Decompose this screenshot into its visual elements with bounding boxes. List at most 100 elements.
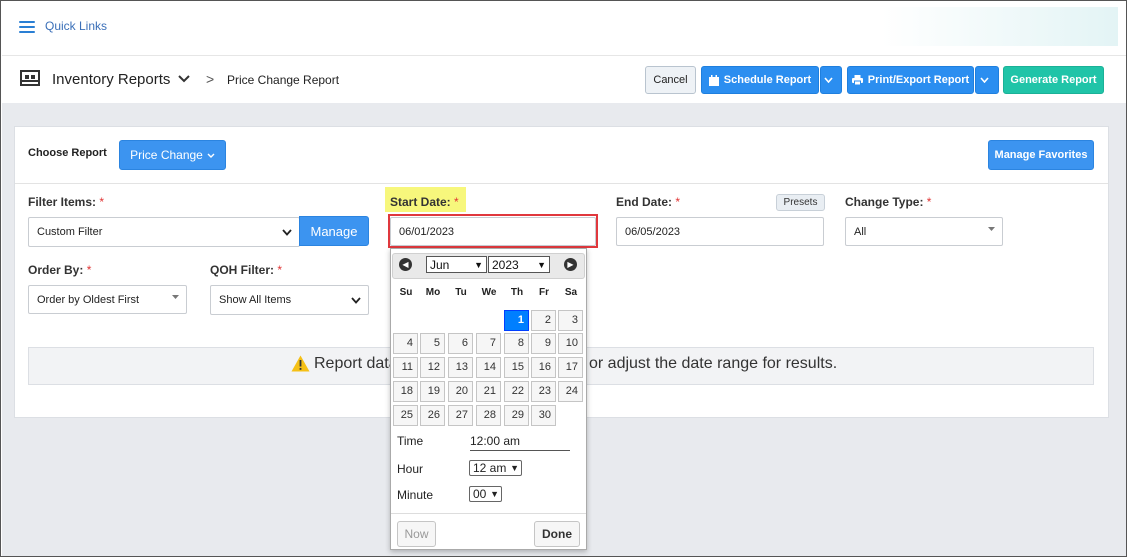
end-date-label-text: End Date: — [616, 195, 673, 209]
top-bar: Quick Links — [2, 2, 1126, 56]
weekday-header: Th — [510, 287, 524, 298]
minute-label: Minute — [397, 488, 434, 502]
warning-text-left: Report data — [314, 355, 398, 372]
calendar-day[interactable]: 14 — [476, 357, 501, 378]
calendar-day[interactable]: 3 — [558, 310, 583, 331]
filter-items-label-text: Filter Items: — [28, 195, 97, 209]
hamburger-menu-icon[interactable] — [19, 21, 35, 33]
calendar-day[interactable]: 26 — [420, 405, 445, 426]
calendar-day[interactable]: 10 — [558, 333, 583, 354]
module-title[interactable]: Inventory Reports — [52, 71, 170, 88]
generate-report-button[interactable]: Generate Report — [1003, 66, 1104, 94]
filter-items-select[interactable]: Custom Filter — [28, 217, 300, 247]
schedule-report-dropdown-button[interactable] — [820, 66, 842, 94]
year-value: 2023 — [492, 257, 519, 272]
time-value: 12:00 am — [470, 434, 570, 451]
divider — [15, 183, 1108, 184]
presets-button[interactable]: Presets — [776, 194, 825, 211]
calendar-day[interactable]: 5 — [420, 333, 445, 354]
calendar-day[interactable]: 21 — [476, 381, 501, 402]
warning-icon — [291, 355, 310, 372]
chevron-down-icon — [351, 296, 361, 304]
required-marker: * — [926, 195, 932, 209]
calendar-day[interactable]: 2 — [531, 310, 556, 331]
calendar-day[interactable]: 15 — [504, 357, 529, 378]
calendar-day[interactable]: 23 — [531, 381, 556, 402]
calendar-day[interactable]: 27 — [448, 405, 473, 426]
calendar-day[interactable]: 1 — [504, 310, 529, 331]
print-export-button[interactable]: Print/Export Report — [847, 66, 974, 94]
next-month-icon[interactable]: ▶ — [564, 258, 577, 271]
calendar-day[interactable]: 25 — [393, 405, 418, 426]
calendar-day[interactable]: 30 — [531, 405, 556, 426]
calendar-day[interactable]: 24 — [558, 381, 583, 402]
calendar-day[interactable]: 9 — [531, 333, 556, 354]
change-type-label: Change Type: * — [845, 195, 931, 209]
change-type-value: All — [854, 225, 867, 238]
breadcrumb-separator: > — [206, 71, 215, 87]
print-export-label: Print/Export Report — [867, 74, 970, 86]
month-select[interactable]: Jun ▼ — [426, 256, 487, 273]
warning-text-right: or adjust the date range for results. — [589, 355, 838, 372]
choose-report-label: Choose Report — [28, 147, 107, 159]
module-chevron-down-icon[interactable] — [178, 72, 190, 86]
cancel-button[interactable]: Cancel — [645, 66, 696, 94]
required-marker: * — [86, 263, 92, 277]
required-marker: * — [454, 195, 459, 209]
calendar-day[interactable]: 8 — [504, 333, 529, 354]
minute-select[interactable]: 00 ▼ — [469, 486, 502, 502]
required-marker: * — [277, 263, 283, 277]
calendar-day[interactable]: 6 — [448, 333, 473, 354]
calendar-day[interactable]: 18 — [393, 381, 418, 402]
required-marker: * — [675, 195, 681, 209]
chevron-down-icon: ▼ — [510, 463, 519, 473]
manage-favorites-button[interactable]: Manage Favorites — [988, 140, 1094, 170]
breadcrumb-current-page: Price Change Report — [227, 73, 340, 87]
weekday-header: Su — [399, 287, 413, 298]
weekday-header: We — [481, 287, 497, 298]
weekday-header: Fr — [539, 287, 549, 298]
chevron-down-icon: ▼ — [537, 259, 546, 270]
printer-icon — [851, 75, 863, 85]
schedule-report-button[interactable]: Schedule Report — [701, 66, 819, 94]
weekday-header: Mo — [425, 287, 441, 298]
calendar-day[interactable]: 12 — [420, 357, 445, 378]
minute-value: 00 — [473, 487, 487, 501]
year-select[interactable]: 2023 ▼ — [488, 256, 550, 273]
now-button[interactable]: Now — [397, 521, 436, 547]
calendar-icon — [708, 74, 719, 86]
calendar-day[interactable]: 16 — [531, 357, 556, 378]
prev-month-icon[interactable]: ◀ — [399, 258, 412, 271]
quick-links-link[interactable]: Quick Links — [45, 19, 107, 33]
order-by-select[interactable]: Order by Oldest First — [28, 285, 187, 314]
calendar-day[interactable]: 28 — [476, 405, 501, 426]
calendar-day[interactable]: 17 — [558, 357, 583, 378]
filter-items-value: Custom Filter — [37, 226, 103, 238]
start-date-label-text: Start Date: — [390, 195, 451, 209]
end-date-input[interactable]: 06/05/2023 — [616, 217, 824, 246]
hour-value: 12 am — [473, 461, 507, 475]
done-button[interactable]: Done — [534, 521, 580, 547]
change-type-select[interactable]: All — [845, 217, 1003, 246]
qoh-filter-select[interactable]: Show All Items — [210, 285, 369, 315]
calendar-day[interactable]: 22 — [504, 381, 529, 402]
print-export-dropdown-button[interactable] — [975, 66, 999, 94]
schedule-report-label: Schedule Report — [723, 74, 812, 86]
calendar-day[interactable]: 7 — [476, 333, 501, 354]
calendar-day[interactable]: 11 — [393, 357, 418, 378]
order-by-value: Order by Oldest First — [37, 293, 140, 306]
filter-items-label: Filter Items: * — [28, 195, 104, 209]
chevron-down-icon — [824, 77, 833, 83]
calendar-day[interactable]: 19 — [420, 381, 445, 402]
title-bar: Inventory Reports > Price Change Report … — [2, 57, 1126, 103]
order-by-label: Order By: * — [28, 263, 91, 277]
start-date-focus-box — [388, 214, 598, 248]
hour-select[interactable]: 12 am ▼ — [469, 460, 522, 476]
calendar-day[interactable]: 13 — [448, 357, 473, 378]
calendar-day[interactable]: 4 — [393, 333, 418, 354]
report-type-dropdown[interactable]: Price Change — [119, 140, 226, 170]
calendar-day[interactable]: 29 — [504, 405, 529, 426]
calendar-day[interactable]: 20 — [448, 381, 473, 402]
manage-filter-button[interactable]: Manage — [299, 216, 369, 246]
chevron-down-icon: ▼ — [490, 489, 499, 499]
